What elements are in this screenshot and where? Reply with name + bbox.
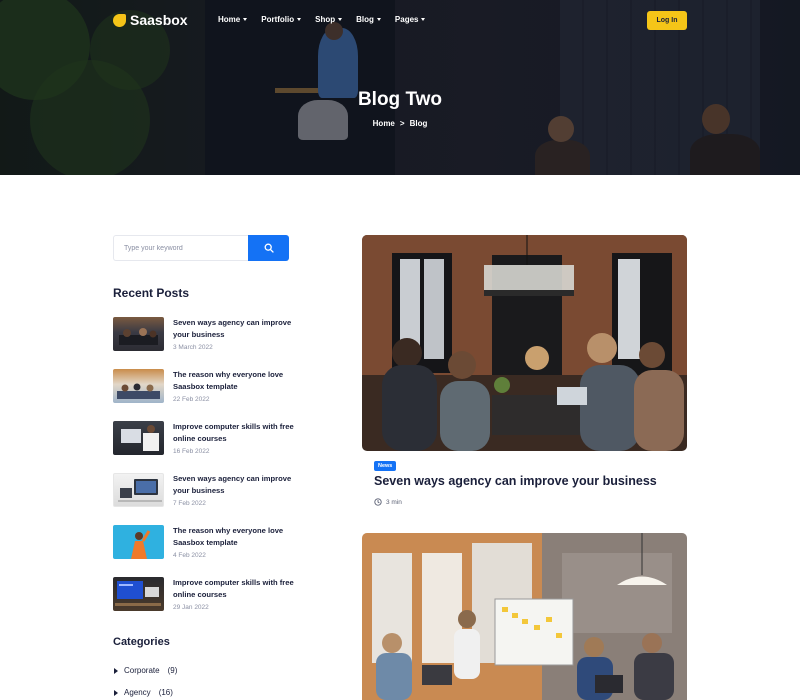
recent-post-title[interactable]: Seven ways agency can improve your busin…: [173, 317, 298, 341]
hero-banner: Saasbox Home Portfolio Shop Blog Pages L…: [0, 0, 800, 175]
chevron-down-icon: [421, 18, 426, 21]
nav-item-pages[interactable]: Pages: [395, 15, 426, 24]
recent-post-item: Seven ways agency can improve your busin…: [113, 317, 313, 357]
recent-posts-heading: Recent Posts: [113, 286, 190, 300]
post-thumbnail[interactable]: [113, 577, 164, 611]
recent-post-date: 3 March 2022: [173, 344, 213, 351]
category-name: Agency: [124, 688, 151, 697]
recent-post-item: Improve computer skills with free online…: [113, 421, 313, 461]
nav-item-blog[interactable]: Blog: [356, 15, 381, 24]
search-input[interactable]: [113, 235, 248, 261]
post-thumbnail[interactable]: [113, 473, 164, 507]
nav-label: Blog: [356, 15, 374, 24]
article-read-time: 3 min: [386, 498, 402, 506]
chevron-down-icon: [297, 18, 302, 21]
page-title: Blog Two: [357, 89, 443, 110]
chevron-down-icon: [243, 18, 248, 21]
recent-post-item: Improve computer skills with free online…: [113, 577, 313, 617]
logo[interactable]: Saasbox: [113, 12, 188, 28]
category-item-corporate[interactable]: Corporate (9): [114, 666, 177, 675]
nav-item-portfolio[interactable]: Portfolio: [261, 15, 302, 24]
nav-label: Home: [218, 15, 241, 24]
recent-post-date: 7 Feb 2022: [173, 500, 206, 507]
article-tag-badge[interactable]: News: [374, 461, 397, 471]
article-meta: 3 min: [374, 498, 402, 506]
breadcrumb-current: Blog: [409, 119, 428, 128]
nav-item-home[interactable]: Home: [218, 15, 248, 24]
chevron-down-icon: [338, 18, 343, 21]
clock-icon: [374, 498, 382, 506]
recent-post-item: The reason why everyone love Saasbox tem…: [113, 369, 313, 409]
chevron-right-icon: [114, 667, 118, 674]
chevron-down-icon: [376, 18, 381, 21]
chevron-right-icon: [114, 689, 118, 696]
category-count: (9): [167, 666, 178, 675]
nav-item-shop[interactable]: Shop: [315, 15, 343, 24]
recent-post-date: 16 Feb 2022: [173, 448, 210, 455]
logo-text: Saasbox: [130, 12, 188, 28]
login-button[interactable]: Log In: [647, 11, 687, 30]
article-title[interactable]: Seven ways agency can improve your busin…: [374, 474, 657, 488]
category-count: (16): [158, 688, 173, 697]
recent-post-title[interactable]: The reason why everyone love Saasbox tem…: [173, 369, 298, 393]
nav-label: Shop: [315, 15, 336, 24]
search-form: [113, 235, 289, 261]
search-button[interactable]: [248, 235, 289, 261]
recent-post-title[interactable]: Improve computer skills with free online…: [173, 577, 298, 601]
category-item-agency[interactable]: Agency (16): [114, 688, 173, 697]
recent-post-item: Seven ways agency can improve your busin…: [113, 473, 313, 513]
search-icon: [264, 243, 274, 253]
recent-post-item: The reason why everyone love Saasbox tem…: [113, 525, 313, 565]
article-image[interactable]: [362, 533, 687, 700]
categories-heading: Categories: [113, 636, 170, 648]
category-name: Corporate: [124, 666, 160, 675]
breadcrumb-separator: >: [399, 119, 405, 128]
recent-post-title[interactable]: Seven ways agency can improve your busin…: [173, 473, 298, 497]
recent-post-date: 22 Feb 2022: [173, 396, 210, 403]
breadcrumb-home-link[interactable]: Home: [373, 119, 395, 128]
article-image[interactable]: [362, 235, 687, 451]
main-nav: Home Portfolio Shop Blog Pages: [218, 15, 426, 24]
nav-label: Portfolio: [261, 15, 295, 24]
recent-post-title[interactable]: Improve computer skills with free online…: [173, 421, 298, 445]
recent-post-title[interactable]: The reason why everyone love Saasbox tem…: [173, 525, 298, 549]
post-thumbnail[interactable]: [113, 317, 164, 351]
post-thumbnail[interactable]: [113, 369, 164, 403]
post-thumbnail[interactable]: [113, 421, 164, 455]
logo-icon: [113, 13, 126, 27]
post-thumbnail[interactable]: [113, 525, 164, 559]
breadcrumb: Home > Blog: [0, 119, 800, 128]
recent-post-date: 4 Feb 2022: [173, 552, 206, 559]
recent-post-date: 29 Jan 2022: [173, 604, 209, 611]
nav-label: Pages: [394, 15, 419, 24]
